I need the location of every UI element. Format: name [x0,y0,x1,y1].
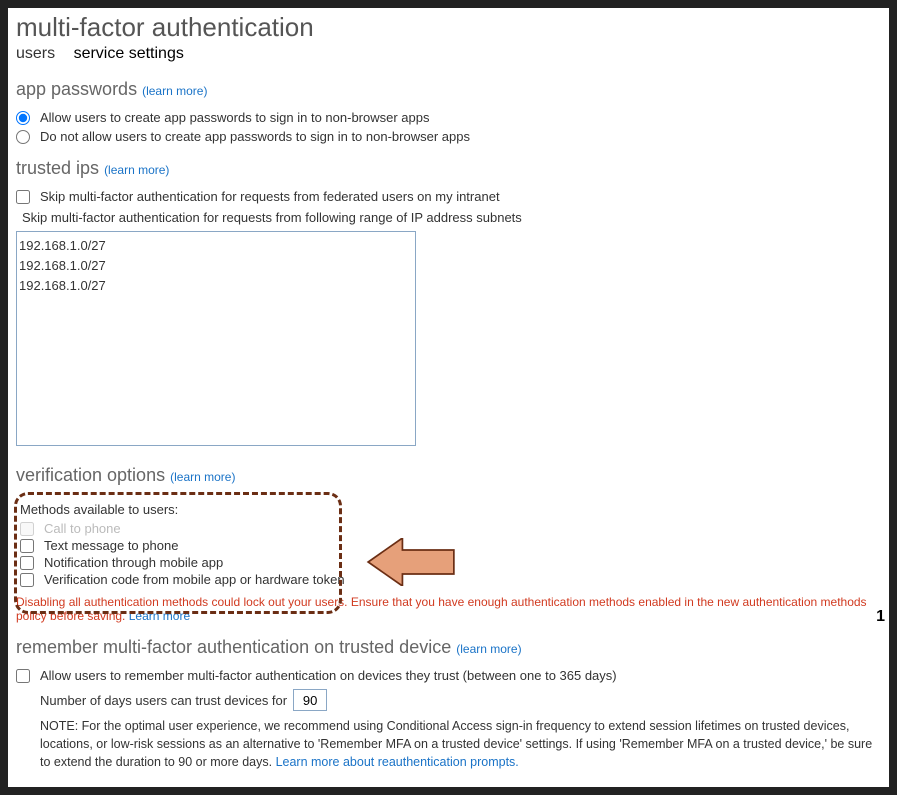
checkbox-call-to-phone [20,522,34,536]
methods-block: Methods available to users: Call to phon… [16,496,356,591]
note-learn-more[interactable]: Learn more about reauthentication prompt… [276,755,519,769]
label-allow-app-passwords: Allow users to create app passwords to s… [40,110,429,125]
radio-allow-app-passwords[interactable] [16,111,30,125]
tab-service-settings[interactable]: service settings [74,45,184,62]
remember-heading: remember multi-factor authentication on … [16,637,451,657]
radio-deny-app-passwords[interactable] [16,130,30,144]
label-deny-app-passwords: Do not allow users to create app passwor… [40,129,470,144]
trusted-ip-textarea[interactable] [16,231,416,446]
verification-warning: Disabling all authentication methods cou… [16,595,881,623]
label-trust-days: Number of days users can trust devices f… [40,693,287,708]
page-title: multi-factor authentication [16,12,881,43]
checkbox-remember-mfa[interactable] [16,669,30,683]
label-skip-ranges: Skip multi-factor authentication for req… [22,210,881,225]
label-remember-mfa: Allow users to remember multi-factor aut… [40,668,617,683]
remember-learn-more[interactable]: (learn more) [456,642,521,656]
section-remember-mfa: remember multi-factor authentication on … [16,637,881,658]
section-trusted-ips: trusted ips (learn more) [16,158,881,179]
label-skip-federated: Skip multi-factor authentication for req… [40,189,500,204]
label-text-to-phone: Text message to phone [44,538,178,553]
section-app-passwords: app passwords (learn more) [16,79,881,100]
tabs: users service settings [16,45,881,63]
label-app-code: Verification code from mobile app or har… [44,572,345,587]
warning-learn-more[interactable]: Learn more [129,609,190,623]
section-verification-options: verification options (learn more) [16,465,881,486]
checkbox-app-notification[interactable] [20,556,34,570]
verification-learn-more[interactable]: (learn more) [170,470,235,484]
label-app-notification: Notification through mobile app [44,555,223,570]
verification-heading: verification options [16,465,165,485]
app-passwords-heading: app passwords [16,79,137,99]
stray-mark: 1 [876,608,885,626]
methods-title: Methods available to users: [20,502,352,517]
label-call-to-phone: Call to phone [44,521,121,536]
trusted-ips-heading: trusted ips [16,158,99,178]
tab-users[interactable]: users [16,45,55,62]
trusted-ips-learn-more[interactable]: (learn more) [104,163,169,177]
app-passwords-learn-more[interactable]: (learn more) [142,84,207,98]
remember-note: NOTE: For the optimal user experience, w… [40,717,881,771]
checkbox-text-to-phone[interactable] [20,539,34,553]
input-trust-days[interactable] [293,689,327,711]
checkbox-skip-federated[interactable] [16,190,30,204]
annotation-arrow-icon [366,538,456,586]
checkbox-app-code[interactable] [20,573,34,587]
